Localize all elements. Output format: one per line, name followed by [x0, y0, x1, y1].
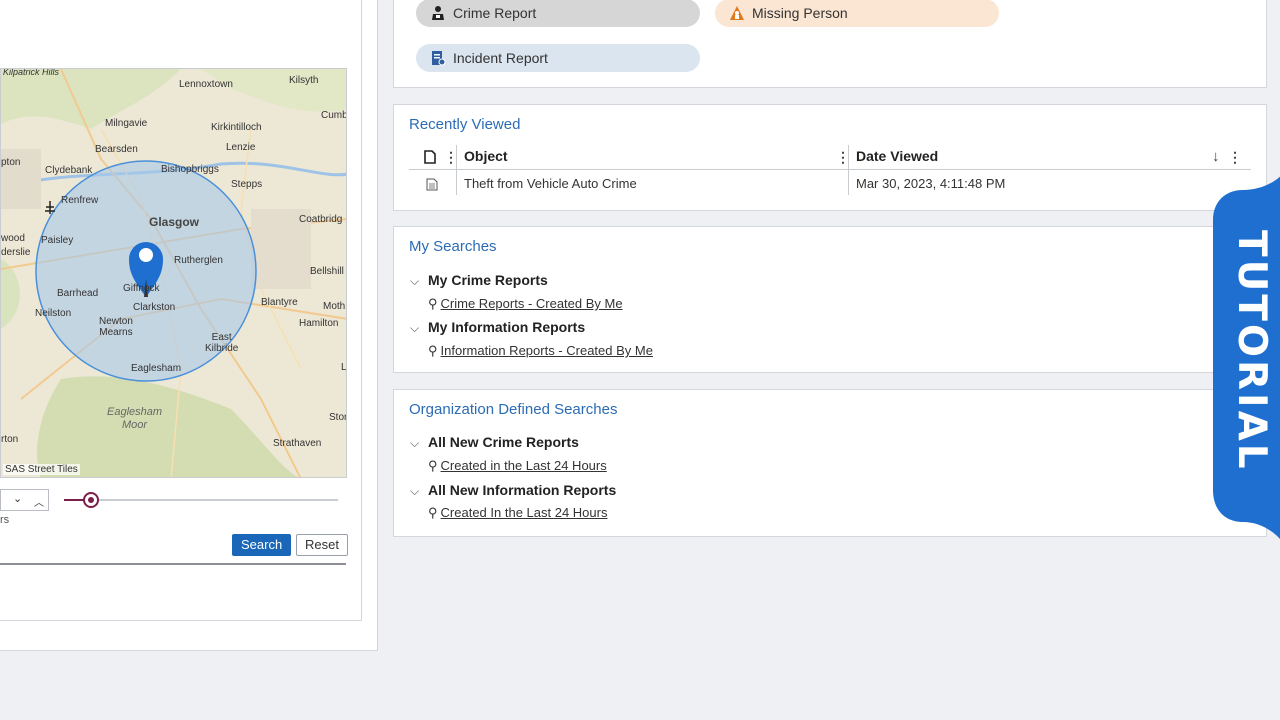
map-attribution: SAS Street Tiles — [3, 464, 80, 475]
group-label: All New Information Reports — [428, 482, 617, 498]
group-label: My Crime Reports — [428, 272, 548, 288]
map-label-eaglesham-moor: Eaglesham Moor — [107, 406, 163, 431]
chevron-down-icon[interactable]: ⌵ — [410, 321, 422, 336]
column-header-date-viewed[interactable]: Date Viewed — [856, 148, 938, 164]
map-label-neilston: Neilston — [35, 308, 72, 319]
search-icon: ⚲ — [428, 343, 438, 358]
incident-report-button[interactable]: Incident Report — [416, 44, 700, 72]
organization-searches-title: Organization Defined Searches — [409, 401, 618, 418]
map-label-paisley: Paisley — [41, 235, 74, 246]
map-label-l: L — [341, 362, 347, 373]
search-group-all-new-information-reports[interactable]: ⌵ All New Information Reports — [410, 482, 616, 499]
search-icon: ⚲ — [428, 296, 438, 311]
map-label-glasgow: Glasgow — [149, 215, 200, 229]
search-button[interactable]: Search — [232, 534, 292, 556]
saved-search-link[interactable]: ⚲ Information Reports - Created By Me — [428, 343, 653, 359]
map-label-giffnock: Giffnock — [123, 283, 160, 294]
table-row[interactable]: Theft from Vehicle Auto Crime Mar 30, 20… — [409, 170, 1251, 195]
map-label-bishopbriggs: Bishopbriggs — [161, 164, 219, 175]
reset-button[interactable]: Reset — [296, 534, 348, 556]
document-icon — [426, 178, 438, 191]
slider-thumb[interactable] — [83, 492, 100, 508]
map-label-rutherglen: Rutherglen — [174, 255, 223, 266]
link-label[interactable]: Crime Reports - Created By Me — [441, 296, 623, 311]
map-view[interactable]: Kilpatrick Hills Lennoxtown Kilsyth Miln… — [0, 68, 347, 478]
my-searches-title: My Searches — [409, 238, 497, 255]
map-label-bearsden: Bearsden — [95, 144, 138, 155]
my-searches-card: My Searches ⌵ My Crime Reports ⚲ Crime Rep… — [393, 226, 1267, 373]
saved-search-link[interactable]: ⚲ Created In the Last 24 Hours — [428, 505, 607, 521]
link-label[interactable]: Created In the Last 24 Hours — [441, 505, 608, 520]
map-label-wood: wood — [1, 233, 25, 244]
missing-person-label: Missing Person — [752, 5, 848, 21]
map-label-derslie: derslie — [1, 247, 31, 258]
map-label-eaglesham: Eaglesham — [131, 363, 182, 374]
incident-report-icon — [432, 51, 446, 66]
group-label: My Information Reports — [428, 319, 586, 335]
map-label-blantyre: Blantyre — [261, 297, 298, 308]
chevron-down-icon[interactable]: ⌵ — [410, 274, 422, 289]
map-label-kilpatrick: Kilpatrick Hills — [3, 68, 60, 77]
crime-report-button[interactable]: Crime Report — [416, 0, 700, 27]
chevron-down-icon[interactable]: ⌄ — [13, 492, 22, 505]
chevron-up-icon[interactable]: ︿ — [34, 494, 44, 509]
map-label-stepps: Stepps — [231, 179, 263, 190]
map-label-kirkintilloch: Kirkintilloch — [211, 122, 262, 133]
crime-report-icon — [432, 6, 444, 20]
map-label-coatbridge: Coatbridg — [299, 214, 343, 225]
link-label[interactable]: Created in the Last 24 Hours — [441, 458, 607, 473]
divider — [0, 563, 346, 565]
chevron-down-icon[interactable]: ⌵ — [410, 436, 422, 451]
map-label-rton: rton — [1, 434, 19, 445]
map-label-pton: pton — [1, 157, 21, 168]
map-label-bellshill: Bellshill — [310, 266, 344, 277]
search-icon: ⚲ — [428, 458, 438, 473]
map-label-lennoxtown: Lennoxtown — [179, 79, 233, 90]
saved-search-link[interactable]: ⚲ Crime Reports - Created By Me — [428, 296, 623, 312]
saved-search-link[interactable]: ⚲ Created in the Last 24 Hours — [428, 458, 607, 474]
search-group-my-information-reports[interactable]: ⌵ My Information Reports — [410, 319, 585, 336]
document-column-icon — [424, 150, 436, 164]
map-search-panel: Kilpatrick Hills Lennoxtown Kilsyth Miln… — [0, 0, 362, 621]
search-icon: ⚲ — [428, 505, 438, 520]
missing-person-icon — [730, 6, 744, 20]
map-label-newton-mearns: Newton Mearns — [99, 316, 133, 338]
radius-units-label: rs — [0, 514, 10, 526]
map-label-east-kilbride: East Kilbride — [205, 332, 239, 354]
radius-stepper[interactable]: ⌄ ︿ — [0, 489, 49, 511]
column-header-object[interactable]: Object — [464, 148, 508, 164]
group-label: All New Crime Reports — [428, 434, 579, 450]
row-object[interactable]: Theft from Vehicle Auto Crime — [464, 176, 637, 191]
map-label-hamilton: Hamilton — [299, 318, 339, 329]
map-label-strathaven: Strathaven — [273, 438, 322, 449]
table-header: ⋮ Object ⋮ Date Viewed ↓ ⋮ — [409, 145, 1251, 195]
quick-create-card: Crime Report Missing Person Incident Rep… — [393, 0, 1267, 88]
chevron-down-icon[interactable]: ⌵ — [410, 484, 422, 499]
missing-person-button[interactable]: Missing Person — [715, 0, 999, 27]
recently-viewed-title: Recently Viewed — [409, 116, 521, 133]
link-label[interactable]: Information Reports - Created By Me — [441, 343, 653, 358]
left-panel: Kilpatrick Hills Lennoxtown Kilsyth Miln… — [0, 0, 378, 651]
map-label-moth: Moth — [323, 301, 346, 312]
row-date-viewed: Mar 30, 2023, 4:11:48 PM — [856, 176, 1006, 191]
map-label-clarkston: Clarkston — [133, 302, 176, 313]
map-label-stor: Stor — [329, 412, 347, 423]
map-label-kilsyth: Kilsyth — [289, 75, 319, 86]
search-group-my-crime-reports[interactable]: ⌵ My Crime Reports — [410, 272, 548, 289]
radius-slider[interactable] — [64, 492, 338, 508]
crime-report-label: Crime Report — [453, 5, 537, 21]
organization-searches-card: Organization Defined Searches ⌵ All New C… — [393, 389, 1267, 537]
map-label-cumb: Cumb — [321, 110, 347, 121]
map-label-renfrew: Renfrew — [61, 195, 99, 206]
incident-report-label: Incident Report — [453, 50, 548, 66]
tutorial-label: TUTORIAL — [1229, 230, 1274, 472]
search-group-all-new-crime-reports[interactable]: ⌵ All New Crime Reports — [410, 434, 579, 451]
map-label-clydebank: Clydebank — [45, 165, 93, 176]
map-terrain — [1, 69, 346, 477]
recently-viewed-card: Recently Viewed ⋮ Object ⋮ Date Viewed ↓… — [393, 104, 1267, 211]
map-label-barrhead: Barrhead — [57, 288, 99, 299]
map-label-lenzie: Lenzie — [226, 142, 256, 153]
map-label-milngavie: Milngavie — [105, 118, 148, 129]
